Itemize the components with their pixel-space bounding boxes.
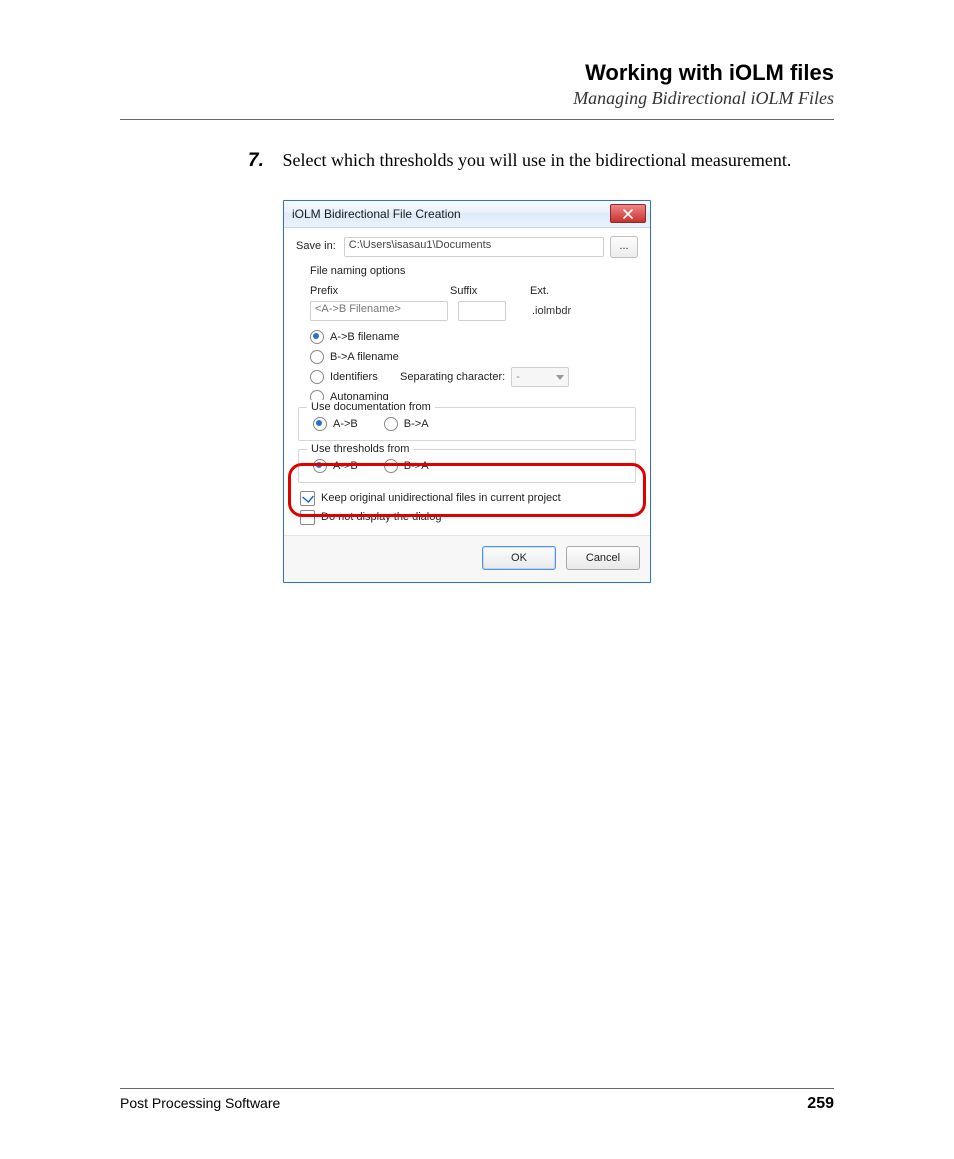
ok-button[interactable]: OK bbox=[482, 546, 556, 570]
suffix-label: Suffix bbox=[450, 284, 530, 299]
close-icon bbox=[623, 209, 633, 219]
dialog-window: iOLM Bidirectional File Creation Save in… bbox=[283, 200, 651, 584]
section-subtitle: Managing Bidirectional iOLM Files bbox=[120, 88, 834, 109]
thresholds-ab-radio[interactable] bbox=[313, 459, 327, 473]
doc-from-ba-radio[interactable] bbox=[384, 417, 398, 431]
footer-rule bbox=[120, 1088, 834, 1089]
dialog-title: iOLM Bidirectional File Creation bbox=[288, 206, 610, 222]
keep-original-checkbox[interactable] bbox=[300, 491, 315, 506]
ext-value: .iolmbdr bbox=[532, 304, 571, 319]
prefix-input[interactable]: <A->B Filename> bbox=[310, 301, 448, 321]
radio-ab-filename[interactable] bbox=[310, 330, 324, 344]
header-rule bbox=[120, 119, 834, 120]
footer-product: Post Processing Software bbox=[120, 1095, 280, 1113]
do-not-display-label: Do not display the dialog bbox=[321, 510, 441, 525]
section-title: Working with iOLM files bbox=[120, 60, 834, 86]
save-in-label: Save in: bbox=[296, 239, 336, 254]
prefix-label: Prefix bbox=[310, 284, 450, 299]
use-thresholds-legend: Use thresholds from bbox=[307, 442, 413, 457]
separating-char-select[interactable]: - bbox=[511, 367, 569, 387]
separating-char-value: - bbox=[516, 370, 520, 385]
file-naming-label: File naming options bbox=[310, 264, 638, 279]
close-button[interactable] bbox=[610, 204, 646, 223]
thresholds-ab-label: A->B bbox=[333, 459, 358, 474]
radio-ab-filename-label: A->B filename bbox=[330, 330, 399, 345]
step-number: 7. bbox=[248, 148, 278, 174]
browse-button[interactable]: ... bbox=[610, 236, 638, 258]
ext-label: Ext. bbox=[530, 284, 549, 299]
use-documentation-from-group: Use documentation from A->B B->A bbox=[298, 407, 636, 441]
cancel-button[interactable]: Cancel bbox=[566, 546, 640, 570]
doc-from-ab-label: A->B bbox=[333, 417, 358, 432]
separating-char-label: Separating character: bbox=[400, 370, 505, 385]
keep-original-label: Keep original unidirectional files in cu… bbox=[321, 491, 561, 506]
radio-identifiers-label: Identifiers bbox=[330, 370, 378, 385]
do-not-display-checkbox[interactable] bbox=[300, 510, 315, 525]
thresholds-ba-radio[interactable] bbox=[384, 459, 398, 473]
doc-from-ba-label: B->A bbox=[404, 417, 429, 432]
use-documentation-legend: Use documentation from bbox=[307, 400, 435, 415]
step-text: Select which thresholds you will use in … bbox=[283, 150, 792, 170]
save-in-path[interactable]: C:\Users\isasau1\Documents bbox=[344, 237, 604, 257]
chevron-down-icon bbox=[556, 375, 564, 380]
radio-identifiers[interactable] bbox=[310, 370, 324, 384]
radio-ba-filename[interactable] bbox=[310, 350, 324, 364]
radio-ba-filename-label: B->A filename bbox=[330, 350, 399, 365]
suffix-input[interactable] bbox=[458, 301, 506, 321]
thresholds-ba-label: B->A bbox=[404, 459, 429, 474]
page-number: 259 bbox=[807, 1095, 834, 1113]
use-thresholds-from-group: Use thresholds from A->B B->A bbox=[298, 449, 636, 483]
dialog-titlebar: iOLM Bidirectional File Creation bbox=[284, 201, 650, 228]
doc-from-ab-radio[interactable] bbox=[313, 417, 327, 431]
